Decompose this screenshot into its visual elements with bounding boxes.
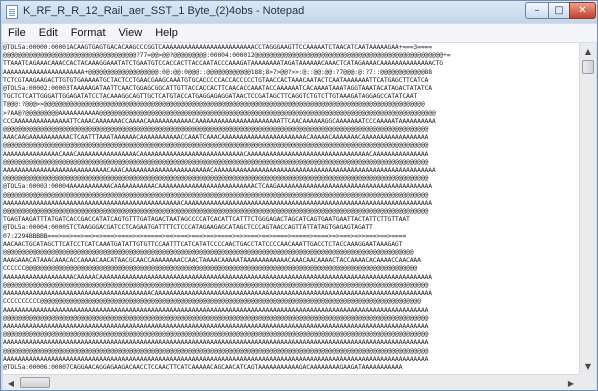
title-bar[interactable]: K_RF_R_R_12_Rail_aer_SST_1 Byte_(2)4obs …	[1, 1, 597, 23]
text-line: >?AA@?@@@@@@@@@AAAAAAAAAAA@@@@@@@@@@@@@@…	[3, 108, 436, 117]
text-line: TGCTCTCATTGGGATTGGAGATATCCTACAAAGGCAGTTG…	[3, 92, 418, 101]
text-line: AAAAAAAAAAAAAAAAAAACAAAAACAAAAAAAAAAAAAA…	[3, 272, 432, 281]
text-line: T@@@:?@@@>>@@@@@@@@@@@@@@@@@@@@@@@@@@@@@…	[3, 100, 425, 109]
text-line: CCCAAAAAAAAAAAAAAATTCAAACAAAAAAACCAAAACA…	[3, 116, 436, 125]
text-line: AAAAAAAAAAAAAAAAAAAAAAAAAAAACAAACAAAAAAA…	[3, 166, 436, 175]
text-line: @TOL5a:00000:00001ACAAGTGAGTGACACAAGCCCG…	[3, 43, 432, 51]
text-line: CCCCCC@@@@@@@@@@@@@@@@@@@@@@@@@@@@@@@@@@…	[3, 264, 418, 273]
text-line: AAACAAGAAAAAAAAAAACTCAATTTAAATAAAAAACAAA…	[3, 133, 429, 142]
text-line: AAAAAAAAAAAAAAAAAAAAAAAAAAAAAAAAAAAAAAAA…	[3, 321, 429, 330]
text-line: CCCCCCCCCC@@@@@@@@@@@@@@@@@@@@@@@@@@@@@@…	[3, 297, 421, 306]
menu-view[interactable]: View	[113, 24, 150, 42]
text-line: @@@@@@@@@@@@@@@@@@@@@@@@@@@@@@@@@@@@@@@@…	[3, 248, 414, 257]
scroll-down-arrow-icon[interactable]: ▼	[580, 358, 596, 374]
text-line: @@@@@@@@@@@@@@@@@@@@@@@@@@@@@@@@@@@@@@@@…	[3, 157, 429, 166]
text-line: AAAAAAAAAAAAAAAAAAAAAAAAAAAAAAAAAAAAAAAA…	[3, 198, 432, 207]
text-line: AAAGAAACATAAACAAACACCAAAACAACATAACGCAACC…	[3, 256, 421, 265]
text-line: @TOL5a:00003:00004AAAAAAAAAAACAAAAAAAAAA…	[3, 182, 432, 191]
text-line: @@@@@@@@@@@@@@@@@@@@@@@@@@@@@@@@@@@@@@@@…	[3, 313, 429, 322]
text-line: TGAGTAAGATTTATGATCACCGACCATATCAGTGTTTGAT…	[3, 215, 410, 224]
text-line: @@@@@@@@@@@@@@@@@@@@@@@@@@@@@@@@@@@@@@@@…	[3, 207, 429, 216]
text-line: @TOL5a:00004:00005TCTAAGGGACGATCCTCAGAAT…	[3, 223, 373, 232]
text-line: @@@@@@@@@@@@@@@@@@@@@@@@@@@@@@@@@@@@@@@@…	[3, 141, 429, 150]
vertical-scrollbar[interactable]: ▲ ▼	[579, 43, 596, 374]
text-line: @@@@@@@@@@@@@@@@@@@@@@@@@@@@@@@@@@@@@@@@…	[3, 280, 429, 289]
scroll-left-arrow-icon[interactable]: ◀	[3, 375, 19, 391]
menu-file[interactable]: File	[2, 24, 33, 42]
text-line: AAAAAAAAAAAAAAACAAACAAAAAAAAAAAAAAAACAAA…	[3, 149, 429, 158]
menu-edit[interactable]: Edit	[33, 24, 65, 42]
text-line: TCTCGTAAGAAGACTTGTGTGAAAAATGCTACTCCTGAAC…	[3, 75, 429, 84]
maximize-icon: □	[554, 5, 564, 16]
menu-help[interactable]: Help	[149, 24, 185, 42]
minimize-button[interactable]: –	[525, 2, 549, 19]
vertical-scroll-thumb[interactable]	[582, 60, 594, 74]
text-line: @@@@@@@@@@@@@@@@@@@@@@@@@@@@@@@@@@@@@@@@…	[3, 346, 429, 355]
text-line: TTAAATCAGAAACAAACCACTACAAAGGAAATATCTGAAT…	[3, 59, 444, 68]
text-line: @TOL5a:00006:00007CAGGAACAGGAGAAGACAACCT…	[3, 362, 403, 371]
horizontal-scroll-thumb[interactable]	[20, 377, 50, 388]
close-button[interactable]: ✕	[569, 2, 596, 19]
menu-format[interactable]: Format	[65, 24, 113, 42]
text-line: @TOL5a:00002:00003TAAAAAGATAATTCAACTGGAG…	[3, 84, 432, 93]
scrollbar-corner	[579, 374, 596, 390]
text-line: @@@@@@@@@@@@@@@@@@@@@@@@@@@@@@@@@@@@@@@@…	[3, 174, 429, 183]
text-line: @@@@@@@@@@@@@@@@@@@@@@@@@@@@@@@@@@@@@@@@…	[3, 190, 429, 199]
maximize-button[interactable]: □	[548, 2, 570, 19]
text-line: AAAAAAAAAAAAAAAAAAAAAA+@@@@@@@@@@@@@@@@@…	[3, 67, 432, 76]
scroll-right-arrow-icon[interactable]: ▶	[563, 375, 579, 391]
menu-bar: File Edit Format View Help	[2, 24, 597, 43]
text-line: @@@@@@@@@@@@@@@@@@@@@@@@@@@@@@@@@@@@?77=…	[3, 51, 451, 60]
text-line: 07:2294BBBBB===>==>==>==>=>===>====>=>==…	[3, 231, 407, 240]
text-editor-area[interactable]: @TOL5a:00000:00001ACAAGTGAGTGACACAAGCCCG…	[3, 43, 579, 374]
text-line: @@@@@@@@@@@@@@@@@@@@@@@@@@@@@@@@@@@@@@@@…	[3, 330, 429, 339]
text-line: @@@@@@@@@@@@@@@@@@@@@@@@@@@@@@@@@@@@@@@@…	[3, 125, 429, 134]
window-title: K_RF_R_R_12_Rail_aer_SST_1 Byte_(2)4obs …	[23, 5, 305, 17]
text-line: AAAAAAAAAAAAAAAAAAAAAAAAAAAAAAAAAAAAAAAA…	[3, 305, 429, 314]
notepad-app-icon[interactable]	[6, 5, 18, 19]
text-line: AAAAAAAAAAAAAAAAAAAAAAAAAAAAAAAAAAAAAAAA…	[3, 289, 432, 298]
text-line: AAAAAAAAAAAAAAAAAAAAAAAAAAAAAAAAAAAAAAAA…	[3, 338, 429, 347]
close-icon: ✕	[578, 5, 587, 16]
scroll-up-arrow-icon[interactable]: ▲	[580, 43, 596, 59]
text-line: AAAAAAAAAAAAAAAAAAAAAAAAAAAAAAAAAAAAAAAA…	[3, 354, 429, 363]
minimize-icon: –	[534, 5, 540, 16]
horizontal-scrollbar[interactable]: ◀ ▶	[3, 374, 579, 390]
notepad-window: K_RF_R_R_12_Rail_aer_SST_1 Byte_(2)4obs …	[0, 0, 598, 391]
text-line: AACAACTGCATAGCTTCATCCTCATCAAATGATATTGTGT…	[3, 239, 403, 248]
